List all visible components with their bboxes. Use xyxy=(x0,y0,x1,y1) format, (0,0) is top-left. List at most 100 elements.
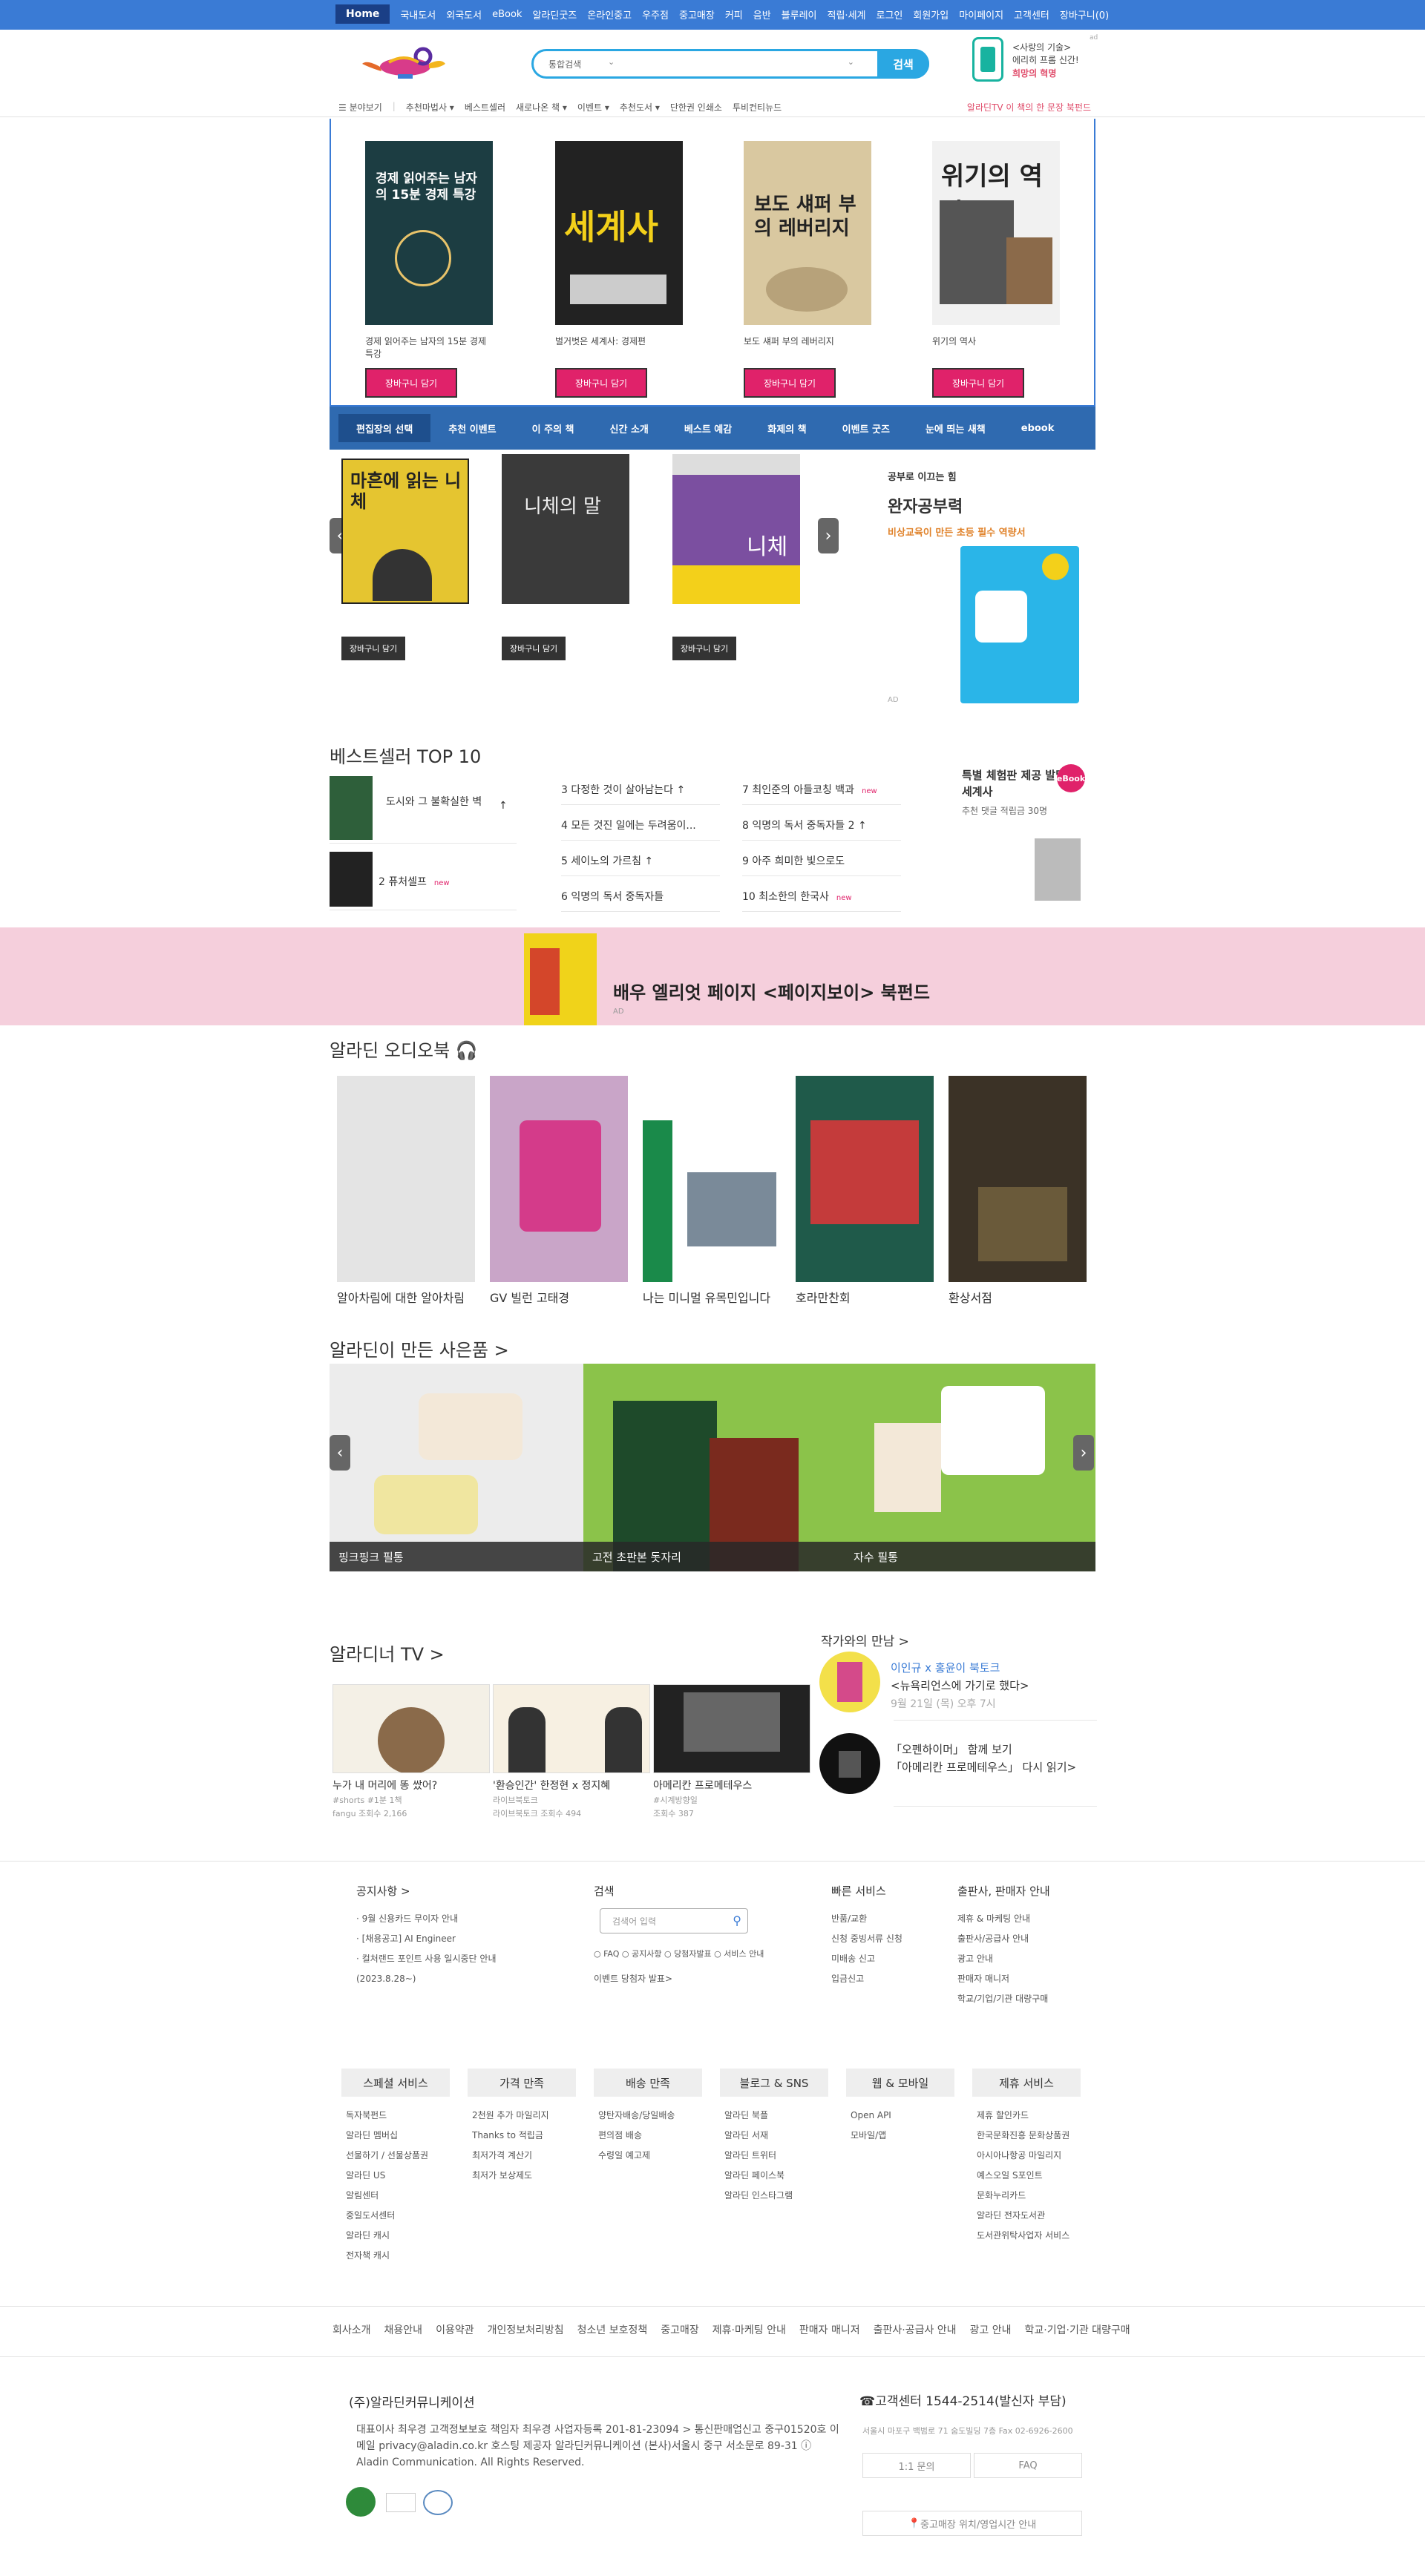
quick-link[interactable]: 반품/교환 xyxy=(831,1909,902,1929)
add-to-cart-button[interactable]: 장바구니 담기 xyxy=(932,368,1024,398)
promo-ad[interactable]: 공부로 이끄는 힘 완자공부력 비상교육이 만든 초등 필수 역량서 AD xyxy=(888,469,1095,706)
ebook-cover[interactable] xyxy=(1035,838,1081,901)
event-link[interactable]: 이벤트 ▾ xyxy=(577,101,609,114)
home-link[interactable]: Home xyxy=(335,4,390,24)
recommend-link[interactable]: 추천마법사 ▾ xyxy=(406,101,454,114)
add-to-cart-button[interactable]: 장바구니 담기 xyxy=(744,368,836,398)
service-link[interactable]: 알라딘 전자도서관 xyxy=(977,2206,1076,2226)
service-link[interactable]: 최저가격 계산기 xyxy=(472,2146,571,2166)
audiobook-item[interactable]: 알아차림에 대한 알아차림 xyxy=(337,1076,475,1306)
tab-best-expect[interactable]: 베스트 예감 xyxy=(666,414,750,442)
nav-foreign[interactable]: 외국도서 xyxy=(446,7,482,22)
tab-book-of-week[interactable]: 이 주의 책 xyxy=(514,414,592,442)
goods-item[interactable]: 자수 필통 xyxy=(845,1364,1095,1571)
recommended-link[interactable]: 추천도서 ▾ xyxy=(620,101,660,114)
bestseller-item[interactable]: 도시와 그 불확실한 벽 xyxy=(386,794,490,810)
tab-hot-books[interactable]: 화제의 책 xyxy=(750,414,824,442)
service-link[interactable]: 2천원 추가 마일리지 xyxy=(472,2106,571,2126)
add-to-cart-button[interactable]: 장바구니 담기 xyxy=(555,368,647,398)
tab-new-intro[interactable]: 신간 소개 xyxy=(592,414,666,442)
promo-book-cover[interactable] xyxy=(960,546,1079,703)
bestseller-item[interactable]: 3 다정한 것이 살아남는다 ↑ xyxy=(561,782,685,797)
book-title[interactable]: 경제 읽어주는 남자의 15분 경제 특강 xyxy=(365,335,493,362)
add-to-cart-button[interactable]: 장바구니 담기 xyxy=(502,637,566,660)
footer-link[interactable]: 출판사·공급사 안내 xyxy=(874,2322,957,2337)
pub-link[interactable]: 판매자 매니저 xyxy=(957,1969,1050,1989)
service-link[interactable]: 알라딘 트위터 xyxy=(724,2146,824,2166)
nav-cart[interactable]: 장바구니(0) xyxy=(1060,7,1109,22)
quick-link[interactable]: 미배송 신고 xyxy=(831,1949,902,1969)
nav-ebook[interactable]: eBook xyxy=(492,9,522,20)
bestseller-item[interactable]: 2 퓨처셀프 new xyxy=(379,874,450,889)
footer-link[interactable]: 학교·기업·기관 대량구매 xyxy=(1025,2322,1130,2337)
tab-event-goods[interactable]: 이벤트 굿즈 xyxy=(825,414,908,442)
goods-next-button[interactable]: › xyxy=(1073,1435,1094,1471)
service-link[interactable]: 편의점 배송 xyxy=(598,2126,698,2146)
service-link[interactable]: 독자북펀드 xyxy=(346,2106,445,2126)
bestseller-cover[interactable] xyxy=(330,852,373,907)
nav-goods[interactable]: 알라딘굿즈 xyxy=(532,7,577,22)
service-link[interactable]: 문화누리카드 xyxy=(977,2186,1076,2206)
service-link[interactable]: Open API xyxy=(851,2106,950,2126)
pink-banner[interactable]: 배우 엘리엇 페이지 <페이지보이> 북펀드 AD xyxy=(0,927,1425,1025)
service-link[interactable]: 선물하기 / 선물상품권 xyxy=(346,2146,445,2166)
book-cover[interactable]: 마흔에 읽는 니체 xyxy=(341,459,469,604)
audiobook-item[interactable]: 나는 미니멀 유목민입니다 xyxy=(643,1076,781,1306)
pub-link[interactable]: 학교/기업/기관 대량구매 xyxy=(957,1989,1050,2009)
print-link[interactable]: 단한권 인쇄소 xyxy=(670,101,722,114)
bestseller-item[interactable]: 9 아주 희미한 빛으로도 xyxy=(742,853,845,868)
bestseller-item[interactable]: 7 최인준의 아들코칭 백과 new xyxy=(742,782,877,797)
service-link[interactable]: 알라딘 캐시 xyxy=(346,2226,445,2246)
service-link[interactable]: 알라딘 서재 xyxy=(724,2126,824,2146)
nav-mypage[interactable]: 마이페이지 xyxy=(959,7,1003,22)
nav-space[interactable]: 우주점 xyxy=(642,7,669,22)
service-link[interactable]: 아시아나항공 마일리지 xyxy=(977,2146,1076,2166)
bestseller-cover[interactable] xyxy=(330,776,373,840)
notice-item[interactable]: · 컬처랜드 포인트 사용 일시중단 안내(2023.8.28~) xyxy=(356,1949,549,1989)
goods-item[interactable]: 고전 초판본 돗자리 xyxy=(583,1364,845,1571)
bestseller-item[interactable]: 6 익명의 독서 중독자들 xyxy=(561,889,664,904)
book-cover[interactable]: 니체의 말 xyxy=(502,454,629,604)
service-link[interactable]: 알림센터 xyxy=(346,2186,445,2206)
goods-title[interactable]: 알라딘이 만든 사은품 > xyxy=(330,1335,509,1361)
service-link[interactable]: 전자책 캐시 xyxy=(346,2246,445,2266)
footer-link[interactable]: 채용안내 xyxy=(384,2322,423,2337)
nav-music[interactable]: 음반 xyxy=(753,7,771,22)
service-link[interactable]: 모바일/앱 xyxy=(851,2126,950,2146)
chevron-down-icon[interactable]: ⌄ xyxy=(848,57,854,67)
service-link[interactable]: 알라딘 북플 xyxy=(724,2106,824,2126)
bestseller-link[interactable]: 베스트셀러 xyxy=(465,101,505,114)
bestseller-item[interactable]: 10 최소한의 한국사 new xyxy=(742,889,852,904)
footer-link[interactable]: 이용약관 xyxy=(436,2322,474,2337)
service-link[interactable]: 알라딘 US xyxy=(346,2166,445,2186)
add-to-cart-button[interactable]: 장바구니 담기 xyxy=(341,637,405,660)
pub-link[interactable]: 제휴 & 마케팅 안내 xyxy=(957,1909,1050,1929)
bestseller-item[interactable]: 8 익명의 독서 중독자들 2 ↑ xyxy=(742,818,867,832)
footer-link[interactable]: 판매자 매니저 xyxy=(799,2322,860,2337)
audiobook-item[interactable]: 환상서점 xyxy=(949,1076,1087,1306)
audiobook-item[interactable]: GV 빌런 고태경 xyxy=(490,1076,628,1306)
event-winner-link[interactable]: 이벤트 당첨자 발표> xyxy=(594,1969,672,1989)
service-link[interactable]: 최저가 보상제도 xyxy=(472,2166,571,2186)
nav-bluray[interactable]: 블루레이 xyxy=(782,7,817,22)
quick-link[interactable]: 입금신고 xyxy=(831,1969,902,1989)
service-link[interactable]: Thanks to 적립금 xyxy=(472,2126,571,2146)
service-link[interactable]: 도서관위탁사업자 서비스 xyxy=(977,2226,1076,2246)
nav-domestic[interactable]: 국내도서 xyxy=(400,7,436,22)
audiobook-item[interactable]: 호라만찬회 xyxy=(796,1076,934,1306)
store-location-button[interactable]: 📍 중고매장 위치/영업시간 안내 xyxy=(862,2511,1082,2536)
subnav-right-links[interactable]: 알라딘TV 이 책의 한 문장 북펀드 xyxy=(967,101,1091,114)
continue-link[interactable]: 투비컨티뉴드 xyxy=(733,101,782,114)
service-link[interactable]: 알라딘 페이스북 xyxy=(724,2166,824,2186)
faq-button[interactable]: FAQ xyxy=(974,2453,1082,2478)
footer-search-input[interactable]: 검색어 입력 ⚲ xyxy=(600,1908,748,1933)
categories-link[interactable]: ☰ 분야보기 xyxy=(338,101,382,114)
footer-link[interactable]: 제휴·마케팅 안내 xyxy=(712,2322,786,2337)
tab-recommend-event[interactable]: 추천 이벤트 xyxy=(430,414,514,442)
tv-item[interactable]: 누가 내 머리에 똥 쌌어? #shorts #1분 1책 fangu 조회수 … xyxy=(332,1684,490,1819)
search-icon[interactable]: ⚲ xyxy=(733,1913,741,1928)
author-title[interactable]: 작가와의 만남 > xyxy=(821,1631,909,1649)
new-books-link[interactable]: 새로나온 책 ▾ xyxy=(516,101,567,114)
pub-link[interactable]: 출판사/공급사 안내 xyxy=(957,1929,1050,1949)
book-title[interactable]: 벌거벗은 세계사: 경제편 xyxy=(555,335,683,362)
